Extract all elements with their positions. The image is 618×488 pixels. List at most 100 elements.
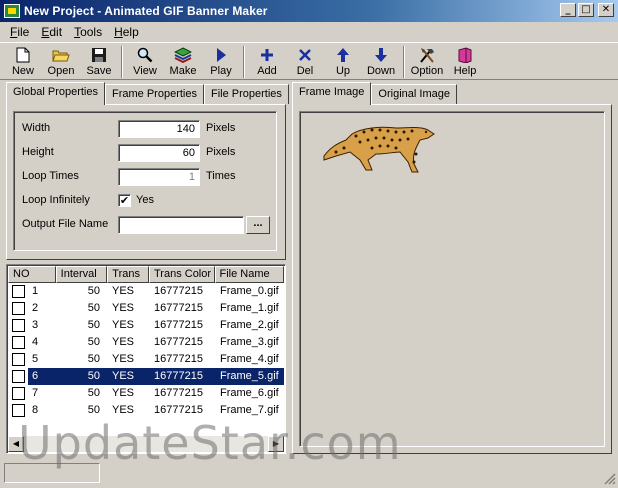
column-no[interactable]: NO	[8, 266, 56, 283]
new-document-icon	[16, 46, 30, 64]
app-icon[interactable]	[4, 4, 20, 18]
option-button[interactable]: Option	[408, 43, 446, 79]
resize-grip-icon[interactable]	[604, 473, 616, 485]
frame-list[interactable]: NO Interval Trans Trans Color File Name …	[8, 266, 284, 436]
save-label: Save	[86, 65, 112, 77]
menu-file[interactable]: File	[4, 25, 35, 39]
output-file-input[interactable]	[118, 216, 244, 234]
new-button[interactable]: New	[4, 43, 42, 79]
open-label: Open	[47, 65, 75, 77]
row-content: 8 50 YES 16777215 Frame_7.gif	[28, 402, 284, 419]
scroll-right-button[interactable]: ▶	[268, 436, 284, 452]
add-button[interactable]: Add	[248, 43, 286, 79]
table-row[interactable]: 4 50 YES 16777215 Frame_3.gif	[8, 334, 284, 351]
down-button[interactable]: Down	[362, 43, 400, 79]
menu-tools-rest: ools	[80, 24, 103, 39]
cell-trans: YES	[112, 319, 135, 331]
up-button[interactable]: Up	[324, 43, 362, 79]
save-button[interactable]: Save	[80, 43, 118, 79]
maximize-button[interactable]: □	[578, 3, 594, 17]
tab-original-image[interactable]: Original Image	[371, 84, 457, 104]
width-input[interactable]: 140	[118, 120, 200, 138]
loop-infinitely-checkbox[interactable]: ✔	[118, 194, 131, 207]
make-button[interactable]: Make	[164, 43, 202, 79]
help-button[interactable]: Help	[446, 43, 484, 79]
cell-trans-color: 16777215	[154, 370, 203, 382]
column-trans-color[interactable]: Trans Color	[148, 266, 215, 283]
cell-no: 5	[32, 353, 39, 365]
height-input[interactable]: 60	[118, 144, 200, 162]
cell-trans: YES	[112, 404, 135, 416]
tab-global-properties[interactable]: Global Properties	[6, 82, 105, 105]
title-bar[interactable]: New Project - Animated GIF Banner Maker …	[0, 0, 618, 22]
row-checkbox[interactable]	[12, 387, 25, 400]
up-label: Up	[335, 65, 351, 77]
cell-trans: YES	[112, 336, 135, 348]
down-label: Down	[366, 65, 396, 77]
frame-list-header: NO Interval Trans Trans Color File Name	[8, 266, 284, 283]
play-button[interactable]: Play	[202, 43, 240, 79]
del-label: Del	[296, 65, 314, 77]
cell-trans: YES	[112, 285, 135, 297]
menu-file-rest: ile	[17, 24, 30, 39]
tab-frame-image[interactable]: Frame Image	[292, 82, 372, 105]
arrow-down-icon	[374, 46, 388, 64]
menu-edit[interactable]: Edit	[35, 25, 68, 39]
menu-tools[interactable]: Tools	[68, 25, 108, 39]
column-interval[interactable]: Interval	[55, 266, 108, 283]
table-row[interactable]: 1 50 YES 16777215 Frame_0.gif	[8, 283, 284, 300]
minimize-button[interactable]: _	[560, 3, 576, 17]
menu-help-rest: elp	[122, 24, 139, 39]
browse-button[interactable]: ...	[246, 216, 270, 234]
row-content: 2 50 YES 16777215 Frame_1.gif	[28, 300, 284, 317]
help-label: Help	[453, 65, 477, 77]
cell-trans: YES	[112, 387, 135, 399]
option-label: Option	[410, 65, 444, 77]
frame-image-panel	[292, 104, 612, 454]
global-properties-panel: Width 140 Pixels Height 60 Pixels Loop T…	[6, 104, 286, 260]
height-unit: Pixels	[206, 146, 236, 158]
row-checkbox[interactable]	[12, 285, 25, 298]
tab-frame-properties[interactable]: Frame Properties	[105, 84, 204, 104]
del-button[interactable]: Del	[286, 43, 324, 79]
tab-file-properties[interactable]: File Properties	[203, 84, 289, 104]
cell-no: 3	[32, 319, 39, 331]
table-row[interactable]: 6 50 YES 16777215 Frame_5.gif	[8, 368, 284, 385]
cell-file-name: Frame_4.gif	[220, 353, 279, 365]
height-label: Height	[22, 146, 54, 158]
row-checkbox[interactable]	[12, 370, 25, 383]
row-checkbox[interactable]	[12, 353, 25, 366]
row-checkbox[interactable]	[12, 319, 25, 332]
row-checkbox[interactable]	[12, 302, 25, 315]
cell-interval: 50	[87, 353, 100, 365]
loop-times-input[interactable]: 1	[118, 168, 200, 186]
row-content: 7 50 YES 16777215 Frame_6.gif	[28, 385, 284, 402]
scroll-left-button[interactable]: ◀	[8, 436, 24, 452]
cell-trans-color: 16777215	[154, 302, 203, 314]
window-title: New Project - Animated GIF Banner Maker	[24, 4, 268, 18]
table-row[interactable]: 2 50 YES 16777215 Frame_1.gif	[8, 300, 284, 317]
horizontal-scrollbar[interactable]: ◀ ▶	[8, 436, 284, 452]
cell-trans-color: 16777215	[154, 387, 203, 399]
toolbar-separator	[243, 46, 245, 78]
open-button[interactable]: Open	[42, 43, 80, 79]
cell-trans-color: 16777215	[154, 336, 203, 348]
column-trans[interactable]: Trans	[107, 266, 149, 283]
table-row[interactable]: 5 50 YES 16777215 Frame_4.gif	[8, 351, 284, 368]
column-file-name[interactable]: File Name	[214, 266, 284, 283]
delete-x-icon	[298, 46, 312, 64]
properties-tabs: Global Properties Frame Properties File …	[6, 82, 289, 105]
row-checkbox[interactable]	[12, 404, 25, 417]
add-label: Add	[257, 65, 277, 77]
menu-help[interactable]: Help	[108, 25, 145, 39]
cell-trans: YES	[112, 302, 135, 314]
close-button[interactable]: ✕	[598, 3, 614, 17]
view-button[interactable]: View	[126, 43, 164, 79]
new-label: New	[11, 65, 34, 77]
table-row[interactable]: 7 50 YES 16777215 Frame_6.gif	[8, 385, 284, 402]
table-row[interactable]: 3 50 YES 16777215 Frame_2.gif	[8, 317, 284, 334]
loop-times-unit: Times	[206, 170, 236, 182]
table-row[interactable]: 8 50 YES 16777215 Frame_7.gif	[8, 402, 284, 419]
row-checkbox[interactable]	[12, 336, 25, 349]
cell-file-name: Frame_6.gif	[220, 387, 279, 399]
